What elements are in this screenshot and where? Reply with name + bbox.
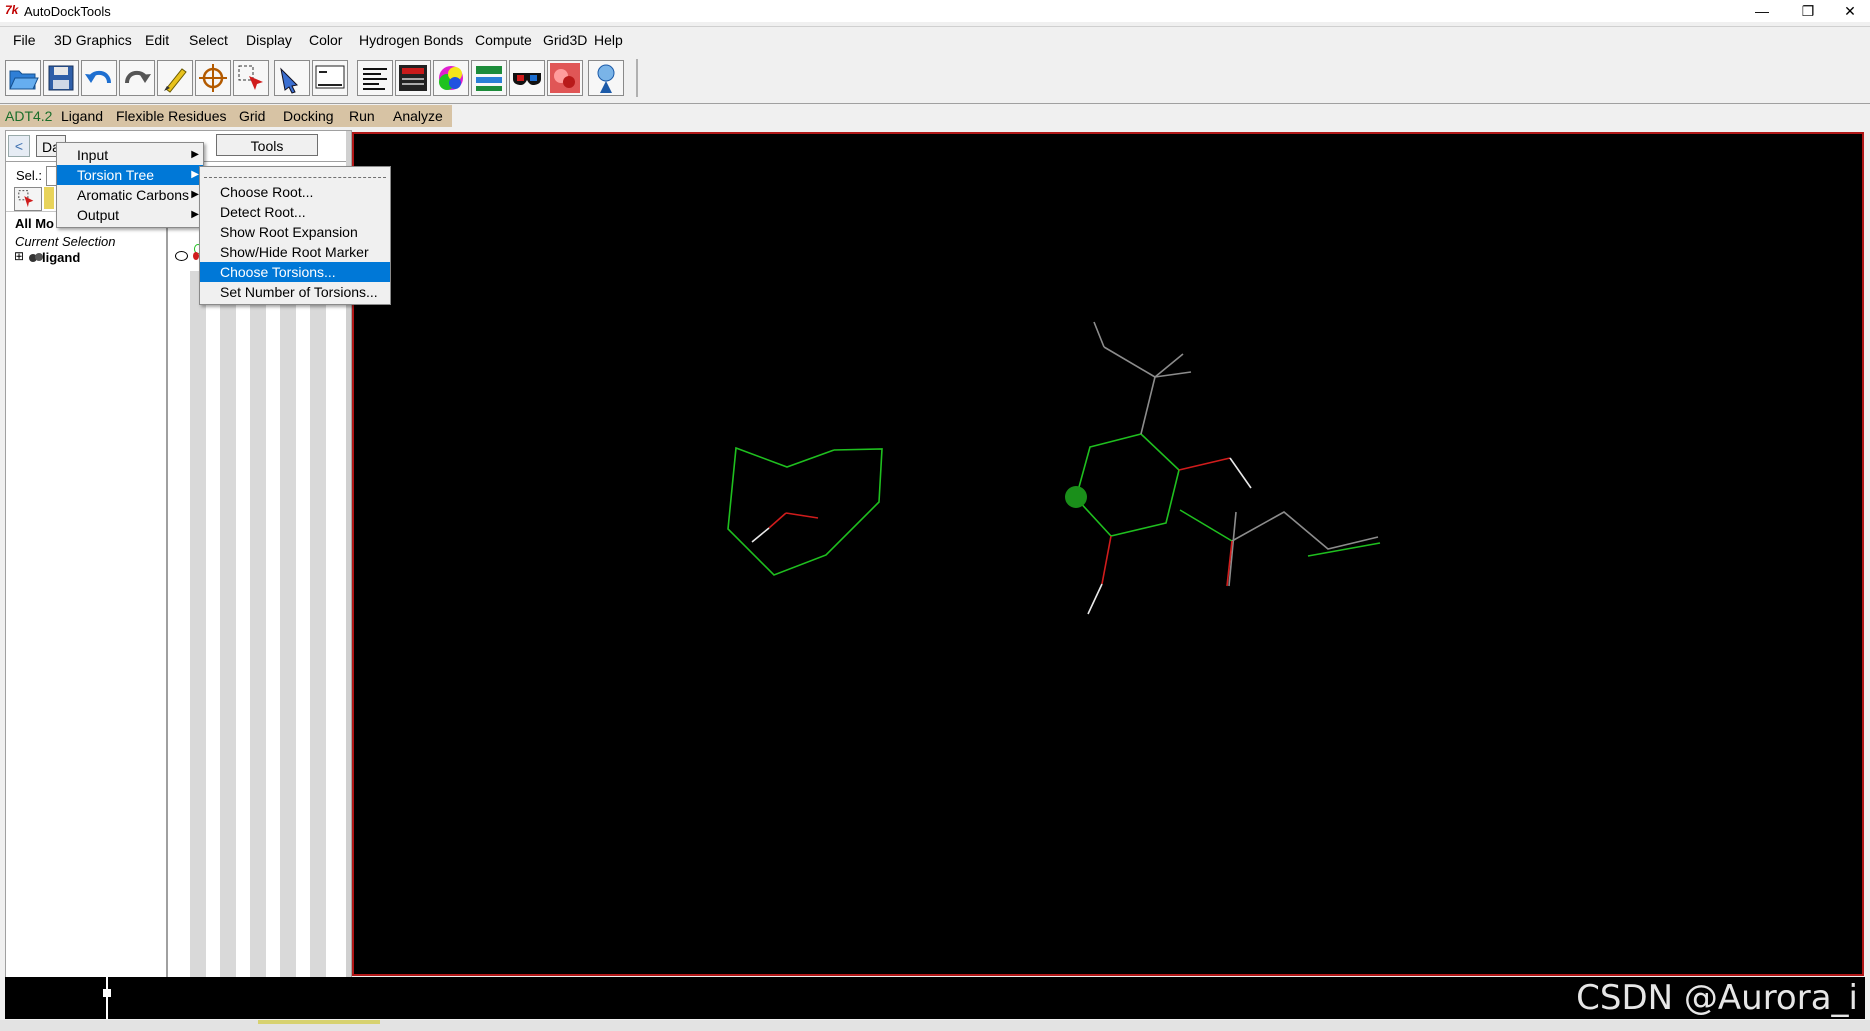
column-stripe xyxy=(220,271,236,977)
menu-item-label: Aromatic Carbons xyxy=(77,187,190,203)
bottom-status-row xyxy=(0,1020,1870,1031)
menu-item-label: Input xyxy=(77,147,109,163)
menu-display[interactable]: Display xyxy=(246,32,292,48)
menu-compute[interactable]: Compute xyxy=(475,32,532,48)
star-icon[interactable] xyxy=(44,187,54,209)
current-selection-label[interactable]: Current Selection xyxy=(15,234,115,249)
menu-edit[interactable]: Edit xyxy=(145,32,169,48)
menu-item-aromatic-carbons[interactable]: Aromatic Carbons ▶ xyxy=(57,185,203,205)
menu-item-show-hide-root-marker[interactable]: Show/Hide Root Marker xyxy=(200,242,390,262)
menu-item-choose-root[interactable]: Choose Root... xyxy=(200,182,390,202)
molecule-icon[interactable] xyxy=(547,60,583,96)
visibility-toggle-icon[interactable] xyxy=(175,251,188,261)
menu-3d-graphics[interactable]: 3D Graphics xyxy=(54,32,132,48)
plugin-menu-ligand[interactable]: Ligand xyxy=(61,108,103,124)
torsion-tree-submenu: Choose Root... Detect Root... Show Root … xyxy=(199,166,391,305)
menu-item-label: Torsion Tree xyxy=(77,167,155,183)
tearoff-line[interactable] xyxy=(204,169,386,178)
crosshair-icon[interactable] xyxy=(195,60,231,96)
window-title: AutoDockTools xyxy=(24,4,111,19)
expand-tree-icon[interactable]: ⊞ xyxy=(14,249,24,263)
plugin-bar: ADT4.2 Ligand Flexible Residues Grid Doc… xyxy=(0,105,452,127)
ligand-molecule-render xyxy=(727,321,1381,615)
progress-marker xyxy=(106,977,108,1019)
toolbar xyxy=(0,53,1870,104)
panel-icon[interactable] xyxy=(395,60,431,96)
app-icon: 7k xyxy=(5,3,19,17)
menu-item-show-root-expansion[interactable]: Show Root Expansion xyxy=(200,222,390,242)
plugin-menu-analyze[interactable]: Analyze xyxy=(393,108,443,124)
open-folder-icon[interactable] xyxy=(5,60,41,96)
menu-file[interactable]: File xyxy=(13,32,36,48)
submenu-arrow-icon: ▶ xyxy=(191,149,199,160)
close-button[interactable]: ✕ xyxy=(1830,0,1870,22)
plugin-menu-docking[interactable]: Docking xyxy=(283,108,334,124)
adt-version-label: ADT4.2 xyxy=(5,108,53,124)
redo-icon[interactable] xyxy=(119,60,155,96)
menu-hydrogen-bonds[interactable]: Hydrogen Bonds xyxy=(359,32,463,48)
tab-tools[interactable]: Tools xyxy=(216,134,318,156)
menubar: File 3D Graphics Edit Select Display Col… xyxy=(0,26,1870,54)
3d-viewer[interactable] xyxy=(352,132,1864,976)
menu-help[interactable]: Help xyxy=(594,32,623,48)
column-stripe xyxy=(250,271,266,977)
status-indicator xyxy=(258,1020,380,1024)
submenu-arrow-icon: ▶ xyxy=(191,209,199,220)
maximize-button[interactable]: ❐ xyxy=(1788,0,1828,22)
toolbar-separator xyxy=(636,59,638,97)
plugin-menu-run[interactable]: Run xyxy=(349,108,375,124)
plugin-menu-flexible-residues[interactable]: Flexible Residues xyxy=(116,108,227,124)
select-tool-icon[interactable] xyxy=(14,187,42,211)
pick-icon[interactable] xyxy=(274,60,310,96)
python-shell-icon[interactable] xyxy=(312,60,348,96)
ligand-dropdown-menu: Input ▶ Torsion Tree ▶ Aromatic Carbons ▶ O… xyxy=(56,142,204,228)
submenu-arrow-icon: ▶ xyxy=(191,189,199,200)
menu-item-label: Output xyxy=(77,207,120,223)
submenu-arrow-icon: ▶ xyxy=(191,169,199,180)
column-stripe xyxy=(190,271,206,977)
column-stripe xyxy=(280,271,296,977)
ligand-tree-node[interactable]: ligand xyxy=(42,250,80,265)
menu-item-set-number-of-torsions[interactable]: Set Number of Torsions... xyxy=(200,282,390,302)
stereo-glasses-icon[interactable] xyxy=(509,60,545,96)
column-divider xyxy=(166,213,168,979)
minimize-button[interactable]: — xyxy=(1742,0,1782,22)
tutorial-icon[interactable] xyxy=(588,60,624,96)
text-icon[interactable] xyxy=(357,60,393,96)
menu-item-detect-root[interactable]: Detect Root... xyxy=(200,202,390,222)
watermark: CSDN @Aurora_i xyxy=(1576,978,1858,1018)
column-stripe xyxy=(310,271,326,977)
sel-label: Sel.: xyxy=(16,168,43,183)
menu-select[interactable]: Select xyxy=(189,32,228,48)
collapse-arrow-icon[interactable]: < xyxy=(8,135,30,157)
save-icon[interactable] xyxy=(43,60,79,96)
paint-icon[interactable] xyxy=(157,60,193,96)
graph-icon[interactable] xyxy=(471,60,507,96)
plugin-menu-grid[interactable]: Grid xyxy=(239,108,265,124)
color-cube-icon[interactable] xyxy=(433,60,469,96)
select-icon[interactable] xyxy=(233,60,269,96)
undo-icon[interactable] xyxy=(81,60,117,96)
menu-color[interactable]: Color xyxy=(309,32,342,48)
menu-item-choose-torsions[interactable]: Choose Torsions... xyxy=(200,262,390,282)
all-molecules-label: All Mo xyxy=(15,216,54,231)
title-bar: 7k AutoDockTools — ❐ ✕ xyxy=(0,0,1870,22)
progress-handle[interactable] xyxy=(103,989,111,997)
menu-grid3d[interactable]: Grid3D xyxy=(543,32,587,48)
menu-item-output[interactable]: Output ▶ xyxy=(57,205,203,225)
menu-item-torsion-tree[interactable]: Torsion Tree ▶ xyxy=(57,165,203,185)
menu-item-input[interactable]: Input ▶ xyxy=(57,145,203,165)
root-marker xyxy=(1065,486,1087,508)
